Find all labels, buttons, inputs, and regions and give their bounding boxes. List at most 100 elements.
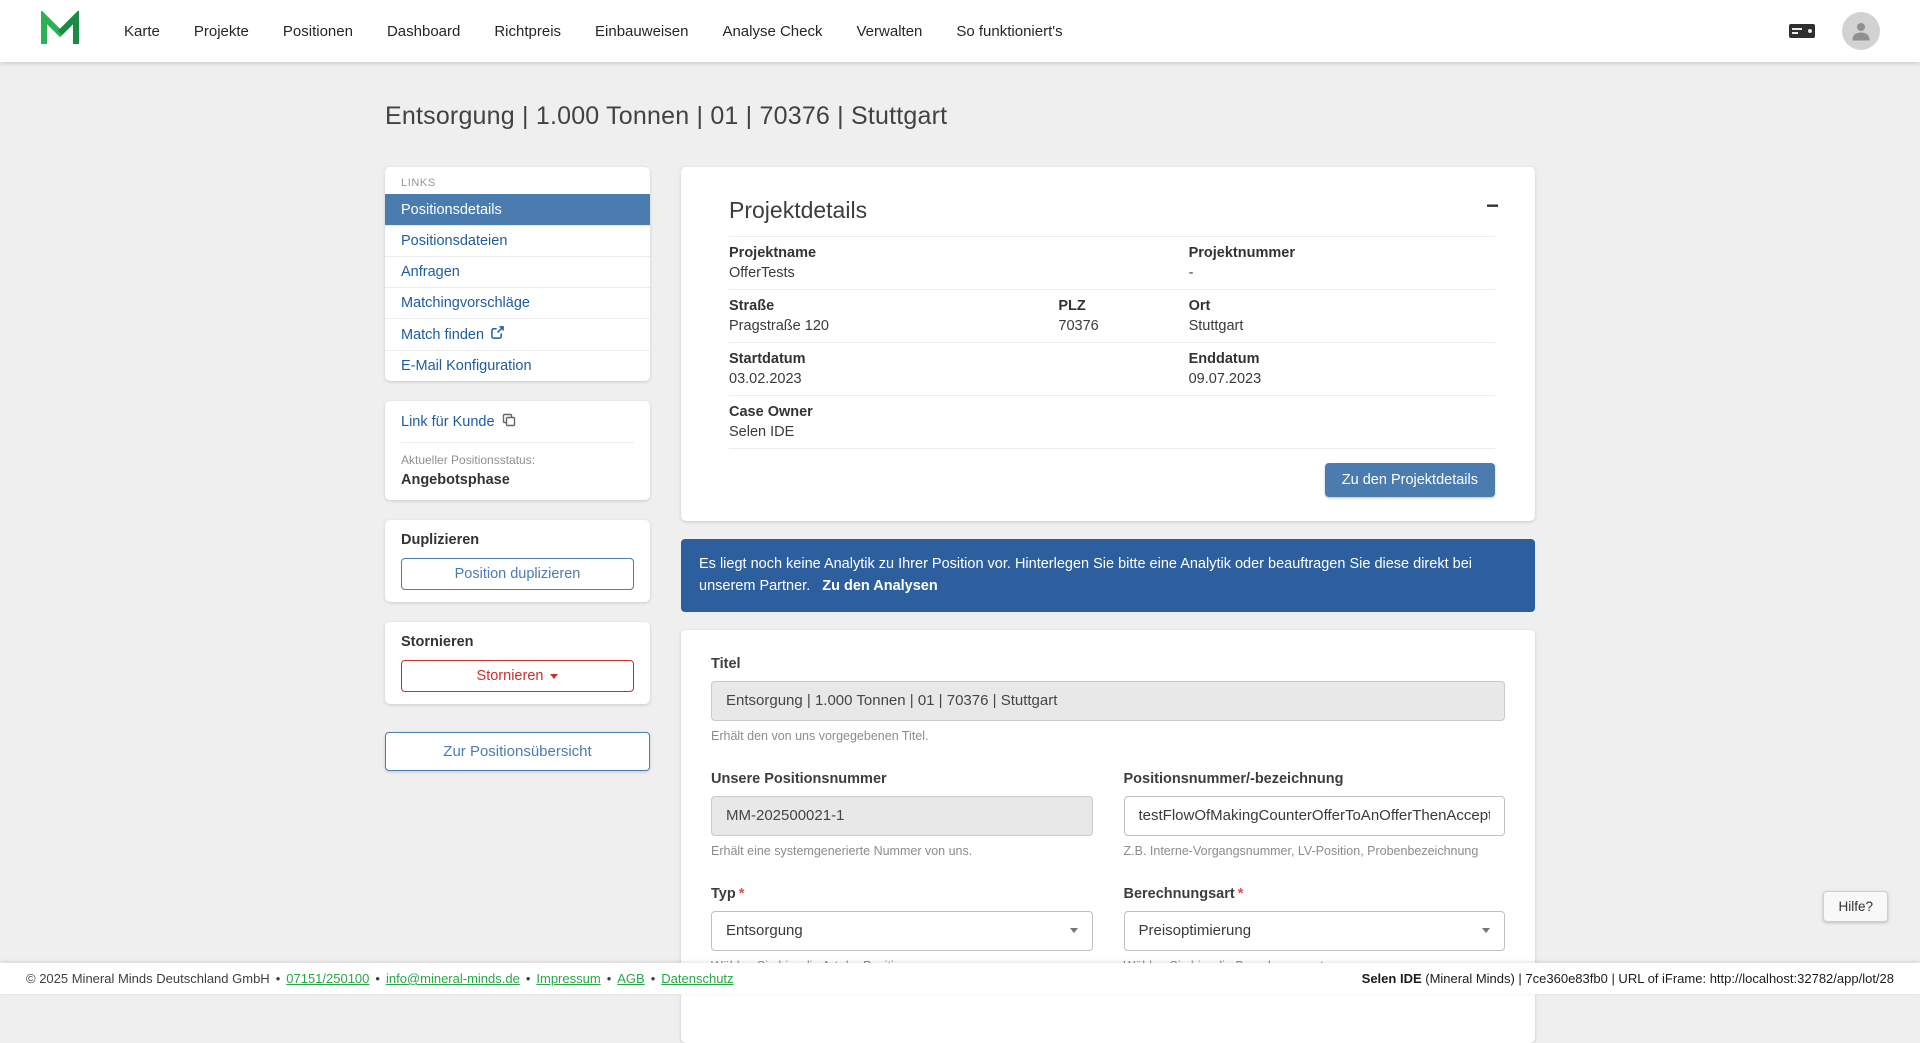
chevron-down-icon xyxy=(1482,928,1490,933)
typ-label: Typ* xyxy=(711,886,1093,902)
sidebar-links-card: LINKS Positionsdetails Positionsdateien … xyxy=(385,167,650,381)
required-asterisk: * xyxy=(1238,886,1244,902)
nav-item-dashboard[interactable]: Dashboard xyxy=(387,23,460,40)
berechnungsart-select-value: Preisoptimierung xyxy=(1139,922,1252,939)
positionsnummer-input[interactable] xyxy=(1124,796,1506,836)
chevron-down-icon xyxy=(550,674,558,679)
nav-item-projekte[interactable]: Projekte xyxy=(194,23,249,40)
sidebar-item-positionsdetails[interactable]: Positionsdetails xyxy=(385,194,650,225)
projektnummer-label: Projektnummer xyxy=(1189,245,1495,261)
startdatum-label: Startdatum xyxy=(729,351,1058,367)
page-title: Entsorgung | 1.000 Tonnen | 01 | 70376 |… xyxy=(385,102,1535,131)
case-owner-value: Selen IDE xyxy=(729,424,1058,440)
links-header: LINKS xyxy=(385,167,650,194)
customer-link-card: Link für Kunde Aktueller Positionsstatus… xyxy=(385,401,650,500)
unsere-positionsnummer-field-group: Unsere Positionsnummer Erhält eine syste… xyxy=(711,771,1093,858)
footer: © 2025 Mineral Minds Deutschland GmbH 07… xyxy=(0,963,1920,994)
enddatum-value: 09.07.2023 xyxy=(1189,371,1495,387)
unsere-positionsnummer-helper: Erhält eine systemgenerierte Nummer von … xyxy=(711,844,1093,858)
ort-label: Ort xyxy=(1189,298,1495,314)
enddatum-label: Enddatum xyxy=(1189,351,1495,367)
required-asterisk: * xyxy=(739,886,745,902)
sidebar-item-positionsdateien[interactable]: Positionsdateien xyxy=(385,225,650,256)
mineral-minds-logo-icon xyxy=(40,11,80,52)
customer-link[interactable]: Link für Kunde xyxy=(401,413,634,443)
user-avatar[interactable] xyxy=(1842,12,1880,50)
top-navbar: Karte Projekte Positionen Dashboard Rich… xyxy=(0,0,1920,62)
positionsnummer-field-group: Positionsnummer/-bezeichnung Z.B. Intern… xyxy=(1124,771,1506,858)
unsere-positionsnummer-input xyxy=(711,796,1093,836)
chevron-down-icon xyxy=(1070,928,1078,933)
projektnummer-value: - xyxy=(1189,265,1495,281)
nav-item-einbauweisen[interactable]: Einbauweisen xyxy=(595,23,688,40)
nav-item-karte[interactable]: Karte xyxy=(124,23,160,40)
footer-link-agb[interactable]: AGB xyxy=(617,971,644,986)
berechnungsart-select[interactable]: Preisoptimierung xyxy=(1124,911,1506,951)
sidebar-item-matchingvorschlaege[interactable]: Matchingvorschläge xyxy=(385,287,650,318)
project-details-card: Projektdetails − Projektname OfferTests … xyxy=(681,167,1535,521)
berechnungsart-field-group: Berechnungsart* Preisoptimierung Wählen … xyxy=(1124,886,1506,973)
sidebar-item-email-konfiguration[interactable]: E-Mail Konfiguration xyxy=(385,350,650,381)
nav-item-positionen[interactable]: Positionen xyxy=(283,23,353,40)
nav-item-so-funktionierts[interactable]: So funktioniert's xyxy=(956,23,1062,40)
session-info: Selen IDE (Mineral Minds) | 7ce360e83fb0… xyxy=(1362,971,1894,986)
titel-label: Titel xyxy=(711,656,1505,672)
table-row: Straße Pragstraße 120 PLZ 70376 Ort Stut… xyxy=(729,290,1495,343)
copy-icon xyxy=(502,413,516,431)
duplicate-position-button[interactable]: Position duplizieren xyxy=(401,558,634,590)
brand-logo[interactable] xyxy=(40,11,80,52)
page-content: Entsorgung | 1.000 Tonnen | 01 | 70376 |… xyxy=(385,62,1535,1043)
nav-item-verwalten[interactable]: Verwalten xyxy=(857,23,923,40)
projektname-label: Projektname xyxy=(729,245,1058,261)
strasse-value: Pragstraße 120 xyxy=(729,318,1058,334)
nav-item-analyse-check[interactable]: Analyse Check xyxy=(722,23,822,40)
footer-link-impressum[interactable]: Impressum xyxy=(536,971,600,986)
navbar-right xyxy=(1788,12,1880,50)
footer-link-email[interactable]: info@mineral-minds.de xyxy=(386,971,520,986)
plz-value: 70376 xyxy=(1058,318,1188,334)
positionsnummer-helper: Z.B. Interne-Vorgangsnummer, LV-Position… xyxy=(1124,844,1506,858)
project-details-table: Projektname OfferTests Projektnummer - S… xyxy=(729,236,1495,449)
position-overview-button[interactable]: Zur Positionsübersicht xyxy=(385,732,650,771)
startdatum-value: 03.02.2023 xyxy=(729,371,1058,387)
server-icon[interactable] xyxy=(1788,21,1816,41)
copyright-text: © 2025 Mineral Minds Deutschland GmbH xyxy=(26,971,270,986)
strasse-label: Straße xyxy=(729,298,1058,314)
table-row: Startdatum 03.02.2023 Enddatum 09.07.202… xyxy=(729,343,1495,396)
plz-label: PLZ xyxy=(1058,298,1188,314)
table-row: Projektname OfferTests Projektnummer - xyxy=(729,237,1495,290)
sidebar-item-match-finden[interactable]: Match finden xyxy=(385,318,650,350)
session-user-name: Selen IDE xyxy=(1362,971,1422,986)
typ-select-value: Entsorgung xyxy=(726,922,803,939)
position-status-value: Angebotsphase xyxy=(401,472,634,488)
typ-select[interactable]: Entsorgung xyxy=(711,911,1093,951)
customer-link-label: Link für Kunde xyxy=(401,414,495,430)
external-link-icon xyxy=(491,326,504,343)
analyses-link[interactable]: Zu den Analysen xyxy=(822,578,937,594)
cancel-header: Stornieren xyxy=(401,634,634,650)
collapse-icon[interactable]: − xyxy=(1486,195,1499,217)
separator xyxy=(651,971,656,986)
nav-item-richtpreis[interactable]: Richtpreis xyxy=(494,23,561,40)
main-content: Projektdetails − Projektname OfferTests … xyxy=(681,167,1535,1043)
footer-link-phone[interactable]: 07151/250100 xyxy=(286,971,369,986)
typ-field-group: Typ* Entsorgung Wählen Sie hier die Art … xyxy=(711,886,1093,973)
duplicate-header: Duplizieren xyxy=(401,532,634,548)
titel-helper: Erhält den von uns vorgegebenen Titel. xyxy=(711,729,1505,743)
help-button[interactable]: Hilfe? xyxy=(1823,891,1888,922)
titel-field-group: Titel Erhält den von uns vorgegebenen Ti… xyxy=(711,656,1505,743)
separator xyxy=(526,971,531,986)
sidebar-item-anfragen[interactable]: Anfragen xyxy=(385,256,650,287)
sidebar: LINKS Positionsdetails Positionsdateien … xyxy=(385,167,650,771)
cancel-dropdown-button[interactable]: Stornieren xyxy=(401,660,634,692)
footer-left: © 2025 Mineral Minds Deutschland GmbH 07… xyxy=(26,971,734,986)
person-icon xyxy=(1849,19,1873,43)
titel-input xyxy=(711,681,1505,721)
analytics-banner: Es liegt noch keine Analytik zu Ihrer Po… xyxy=(681,539,1535,612)
project-details-button[interactable]: Zu den Projektdetails xyxy=(1325,463,1495,497)
cancel-card: Stornieren Stornieren xyxy=(385,622,650,704)
separator xyxy=(607,971,612,986)
project-details-title: Projektdetails xyxy=(729,197,1495,224)
duplicate-card: Duplizieren Position duplizieren xyxy=(385,520,650,602)
footer-link-datenschutz[interactable]: Datenschutz xyxy=(661,971,733,986)
